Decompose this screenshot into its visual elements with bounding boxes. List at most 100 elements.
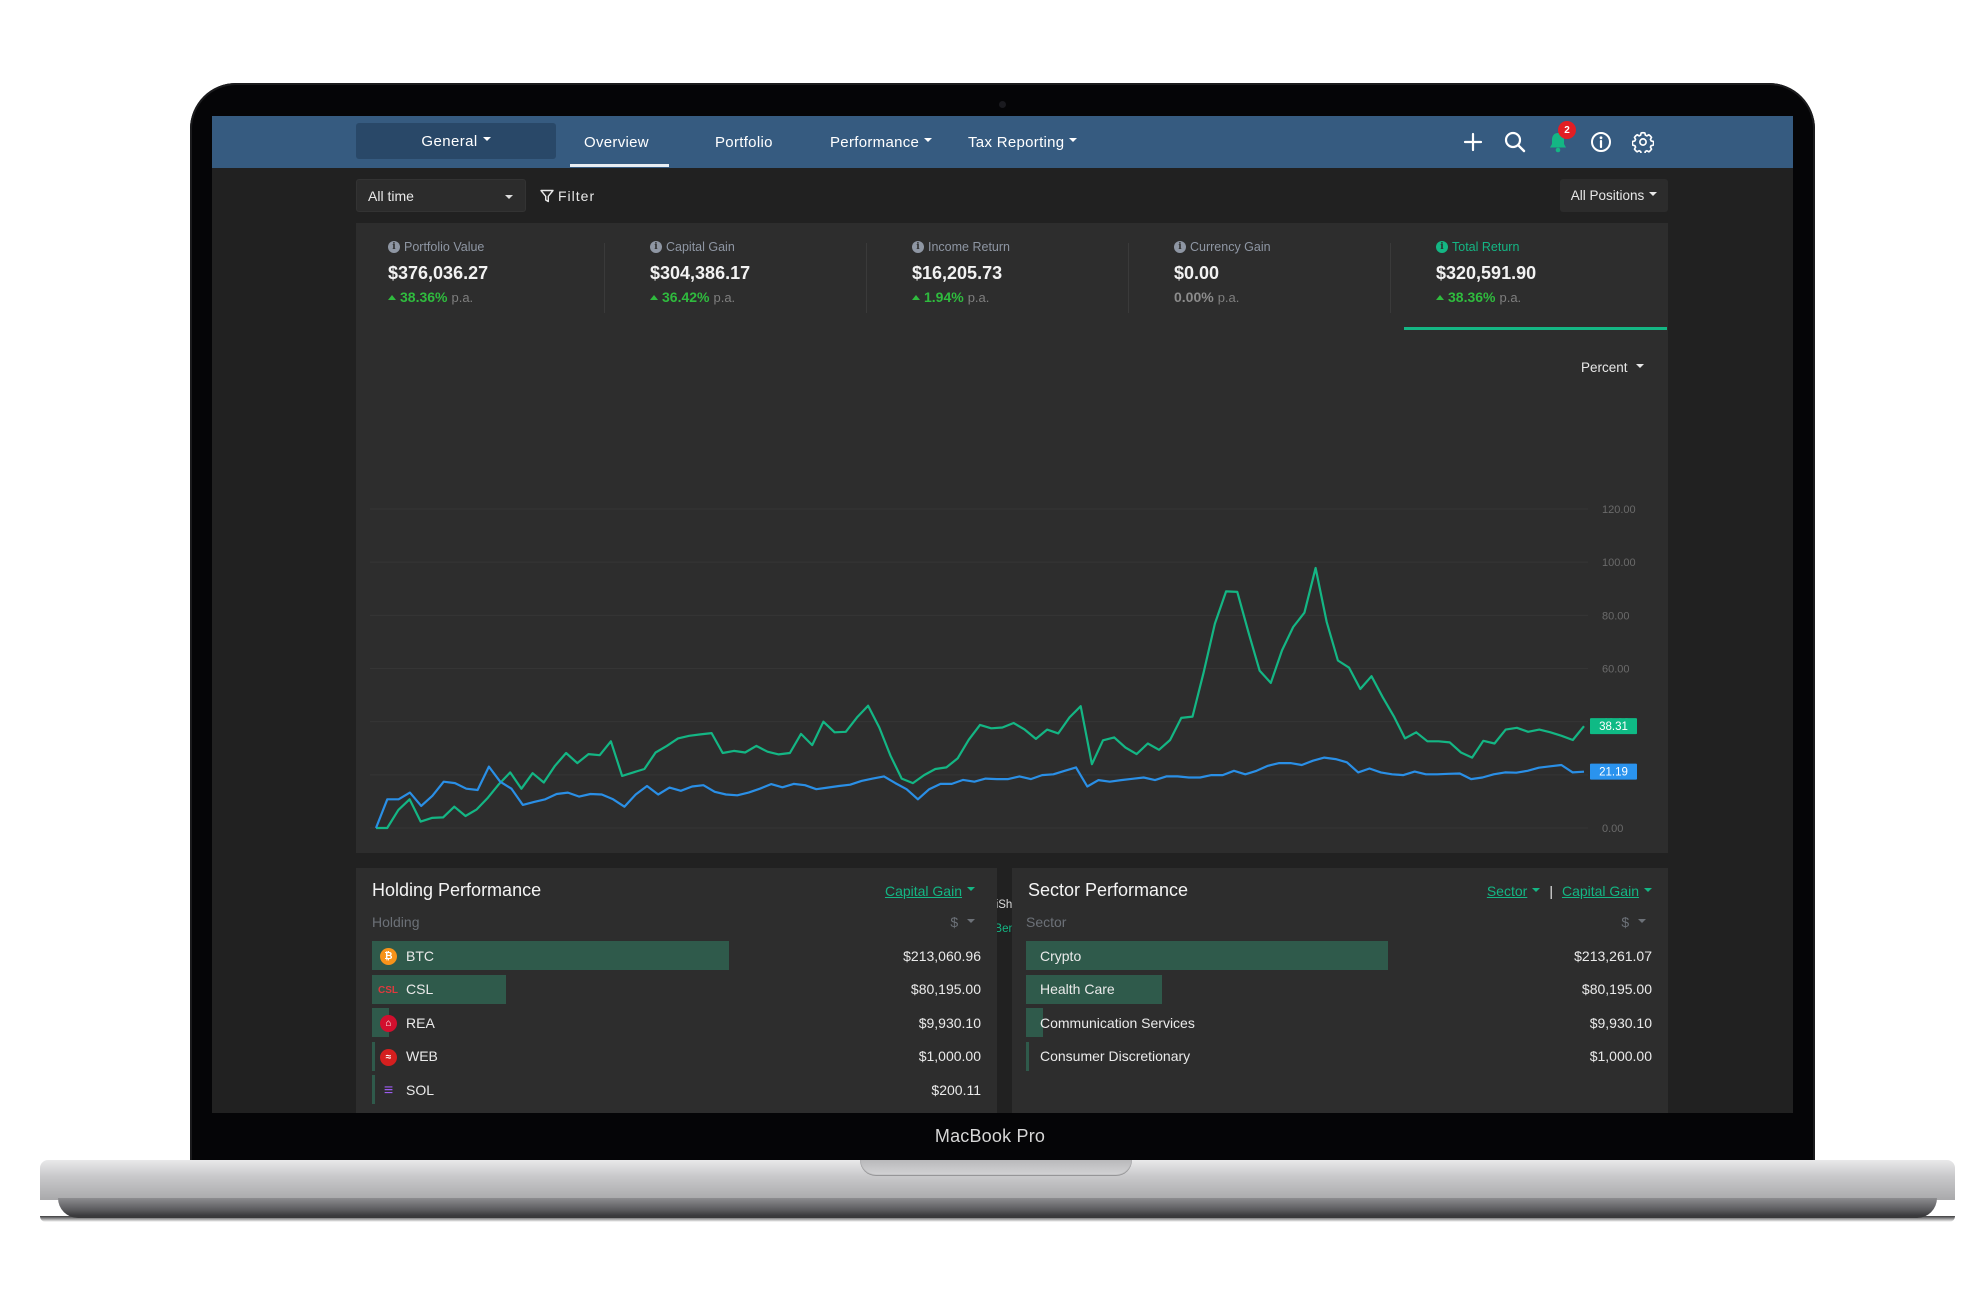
- sector-metric-label: Capital Gain: [1561, 883, 1639, 899]
- solana-icon: ≡: [383, 1081, 394, 1099]
- sector-performance-title: Sector Performance: [1028, 880, 1189, 900]
- series-line-general: [376, 566, 1585, 830]
- y-tick-label: 100.00: [1602, 557, 1636, 569]
- unit-label: $: [1621, 914, 1630, 930]
- device-brand-label: MacBook Pro: [934, 1126, 1046, 1146]
- caret-down-icon: [1069, 138, 1078, 142]
- holding-unit-dropdown[interactable]: $: [950, 914, 975, 930]
- holding-column-header: Holding: [372, 914, 420, 930]
- y-tick-label: 60.00: [1602, 664, 1630, 676]
- nav-tab-label: Performance: [830, 133, 920, 151]
- sector-unit-dropdown[interactable]: $: [1621, 914, 1646, 930]
- holding-row-rea[interactable]: ⌂ REA $9,930.10: [372, 1006, 981, 1040]
- plus-icon[interactable]: [1459, 128, 1487, 156]
- filter-button[interactable]: Filter: [540, 179, 595, 212]
- holding-row-sol[interactable]: ≡ SOL $200.11: [372, 1073, 981, 1107]
- sector-list: Crypto $213,261.07 Health Care $80,195.00 Co…: [1026, 939, 1652, 1073]
- holding-performance-panel: Holding Performance Capital Gain Holding…: [356, 868, 997, 1113]
- row-label: SOL: [406, 1081, 435, 1098]
- rea-logo-icon: ⌂: [380, 1015, 397, 1032]
- caret-down-icon: [505, 195, 513, 199]
- row-value: $200.11: [931, 1081, 981, 1098]
- notification-badge: 2: [1558, 121, 1576, 139]
- holding-row-web[interactable]: ≈ WEB $1,000.00: [372, 1040, 981, 1074]
- row-bar: [1026, 1041, 1029, 1071]
- sector-grouping-dropdown[interactable]: Sector: [1486, 883, 1541, 899]
- row-label: Consumer Discretionary: [1040, 1048, 1191, 1065]
- period-select-value: All time: [368, 187, 414, 204]
- end-label-general: 38.31: [1599, 721, 1628, 733]
- performance-chart: 0.0020.0040.0060.0080.00100.00120.002015…: [366, 504, 1637, 889]
- sector-row-consumer-discretionary[interactable]: Consumer Discretionary $1,000.00: [1026, 1040, 1652, 1074]
- portfolio-selector[interactable]: General: [356, 123, 556, 159]
- positions-label: All Positions: [1570, 188, 1645, 203]
- sector-grouping-label: Sector: [1486, 883, 1528, 899]
- holding-row-btc[interactable]: ₿ BTC $213,060.96: [372, 939, 981, 973]
- sector-row-health-care[interactable]: Health Care $80,195.00: [1026, 973, 1652, 1007]
- caret-down-icon: [967, 919, 975, 924]
- period-select[interactable]: All time: [356, 179, 526, 212]
- row-bar: [372, 1041, 375, 1071]
- y-tick-label: 120.00: [1602, 504, 1636, 516]
- row-value: $1,000.00: [1589, 1048, 1652, 1065]
- filter-icon: [540, 189, 554, 202]
- caret-down-icon: [1532, 888, 1541, 893]
- caret-down-icon: [1638, 919, 1646, 924]
- gear-icon[interactable]: [1629, 128, 1657, 156]
- caret-down-icon: [482, 137, 491, 141]
- portfolio-selector-label: General: [421, 132, 478, 150]
- row-value: $213,261.07: [1574, 947, 1652, 964]
- filter-label: Filter: [558, 187, 596, 204]
- caret-down-icon: [1644, 888, 1652, 893]
- caret-down-icon: [967, 887, 975, 891]
- row-bar: [372, 1075, 375, 1104]
- row-label: Crypto: [1040, 947, 1082, 964]
- nav-tab-tax-reporting[interactable]: Tax Reporting: [968, 116, 1078, 168]
- nav-tab-portfolio[interactable]: Portfolio: [715, 116, 773, 168]
- holding-performance-title: Holding Performance: [372, 880, 542, 900]
- sector-controls: Sector | Capital Gain: [1487, 883, 1652, 899]
- sector-row-crypto[interactable]: Crypto $213,261.07: [1026, 939, 1652, 973]
- web-logo-icon: ≈: [380, 1048, 397, 1066]
- row-value: $9,930.10: [1589, 1014, 1652, 1031]
- series-line-benchmark: [374, 756, 1585, 829]
- bitcoin-icon: ₿: [380, 948, 397, 965]
- row-label: BTC: [406, 947, 434, 964]
- laptop-base-shadow: [40, 1216, 1955, 1222]
- caret-down-icon: [924, 138, 933, 142]
- nav-tab-label: Overview: [584, 133, 649, 151]
- unit-label: $: [950, 914, 959, 930]
- sector-metric-dropdown[interactable]: Capital Gain: [1562, 883, 1652, 899]
- row-label: WEB: [406, 1048, 438, 1065]
- separator: |: [1549, 883, 1553, 899]
- active-tab-indicator: [570, 164, 669, 167]
- row-label: Communication Services: [1040, 1014, 1195, 1031]
- nav-tab-performance[interactable]: Performance: [830, 116, 933, 168]
- nav-tab-overview[interactable]: Overview: [584, 116, 649, 168]
- top-nav: General Overview Portfolio Performance T…: [212, 116, 1793, 168]
- row-value: $1,000.00: [918, 1048, 981, 1065]
- sector-column-header: Sector: [1026, 914, 1067, 930]
- nav-tab-label: Portfolio: [715, 133, 773, 151]
- row-value: $80,195.00: [910, 981, 981, 998]
- holding-metric-dropdown[interactable]: Capital Gain: [885, 883, 975, 899]
- sector-performance-panel: Sector Performance Sector | Capital Gain…: [1012, 868, 1668, 1113]
- app-screen: General Overview Portfolio Performance T…: [212, 116, 1793, 1113]
- row-label: Health Care: [1040, 981, 1115, 998]
- row-value: $213,060.96: [903, 947, 981, 964]
- y-tick-label: 0.00: [1602, 823, 1623, 835]
- holding-row-csl[interactable]: CSL CSL $80,195.00: [372, 973, 981, 1007]
- row-label: REA: [406, 1014, 435, 1031]
- row-value: $80,195.00: [1581, 981, 1652, 998]
- holding-list: ₿ BTC $213,060.96 CSL CSL $80,195.00 ⌂ REA $9,93…: [372, 939, 981, 1107]
- row-label: CSL: [406, 981, 434, 998]
- end-label-benchmark: 21.19: [1599, 767, 1628, 779]
- caret-down-icon: [1649, 191, 1658, 196]
- info-icon[interactable]: [1587, 128, 1615, 156]
- y-tick-label: 80.00: [1602, 610, 1630, 622]
- performance-panel: i Portfolio Value $376,036.27 38.36% p.a. i Ca…: [356, 223, 1668, 935]
- search-icon[interactable]: [1501, 128, 1529, 156]
- sector-row-communication-services[interactable]: Communication Services $9,930.10: [1026, 1006, 1652, 1040]
- row-value: $9,930.10: [918, 1014, 981, 1031]
- positions-dropdown[interactable]: All Positions: [1560, 179, 1668, 212]
